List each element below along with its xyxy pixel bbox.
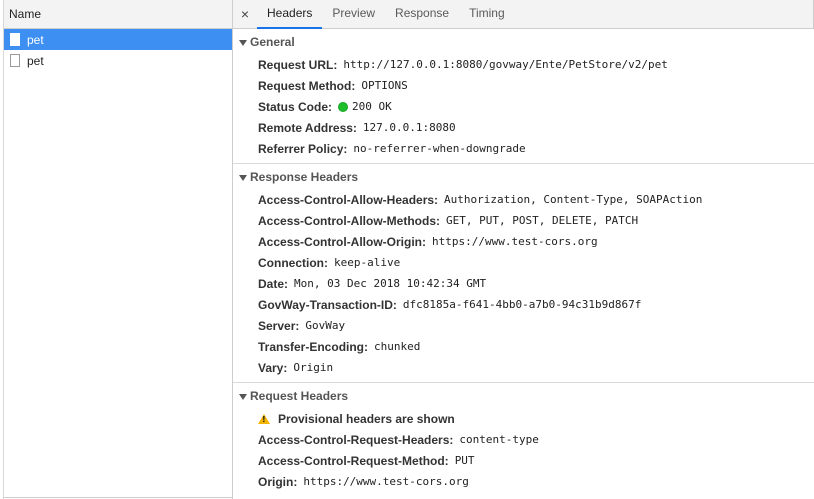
header-value: OPTIONS — [361, 79, 408, 92]
expand-triangle-icon — [239, 39, 247, 46]
header-row: Vary: Origin — [233, 357, 814, 378]
header-row: Access-Control-Allow-Origin: https://www… — [233, 231, 814, 252]
header-key: Server: — [258, 318, 300, 333]
header-value: GET, PUT, POST, DELETE, PATCH — [446, 214, 639, 227]
warning-text: Provisional headers are shown — [278, 411, 455, 426]
expand-triangle-icon — [239, 393, 247, 400]
header-row: GovWay-Transaction-ID: dfc8185a-f641-4bb… — [233, 294, 814, 315]
warning-icon — [258, 413, 270, 424]
request-row[interactable]: pet — [4, 29, 232, 50]
header-row: Request URL: http://127.0.0.1:8080/govwa… — [233, 54, 814, 75]
header-value: Authorization, Content-Type, SOAPAction — [444, 193, 703, 206]
close-icon[interactable]: × — [233, 0, 257, 28]
header-value: Mon, 03 Dec 2018 10:42:34 GMT — [294, 277, 487, 290]
section-title: Request Headers — [250, 388, 349, 403]
header-row: Origin: https://www.test-cors.org — [233, 471, 814, 492]
header-row: Remote Address: 127.0.0.1:8080 — [233, 117, 814, 138]
request-name: pet — [27, 32, 44, 47]
header-key: Access-Control-Allow-Headers: — [258, 192, 439, 207]
header-value: chunked — [374, 340, 421, 353]
header-value: no-referrer-when-downgrade — [353, 142, 526, 155]
header-value: GovWay — [305, 319, 346, 332]
header-row: Connection: keep-alive — [233, 252, 814, 273]
header-key: Transfer-Encoding: — [258, 339, 369, 354]
tab-response[interactable]: Response — [385, 0, 459, 28]
header-value: 200 OK — [352, 100, 392, 113]
header-value: 127.0.0.1:8080 — [362, 121, 456, 134]
header-row: Referrer Policy: no-referrer-when-downgr… — [233, 138, 814, 159]
provisional-warning: Provisional headers are shown — [233, 408, 814, 429]
name-column-header[interactable]: Name — [4, 0, 232, 29]
response-headers-toggle[interactable]: Response Headers — [233, 164, 814, 189]
header-row: Date: Mon, 03 Dec 2018 10:42:34 GMT — [233, 273, 814, 294]
header-value: https://www.test-cors.org — [303, 475, 469, 488]
details-tabbar: × Headers Preview Response Timing — [233, 0, 814, 29]
request-row[interactable]: pet — [4, 50, 232, 71]
section-title: Response Headers — [250, 169, 359, 184]
response-headers-section: Response Headers Access-Control-Allow-He… — [233, 164, 814, 383]
header-key: Access-Control-Request-Headers: — [258, 432, 454, 447]
header-key: Connection: — [258, 255, 328, 270]
request-headers-toggle[interactable]: Request Headers — [233, 383, 814, 408]
request-headers-section: Request Headers Provisional headers are … — [233, 383, 814, 496]
request-name: pet — [27, 53, 44, 68]
header-key: Request Method: — [258, 78, 356, 93]
expand-triangle-icon — [239, 174, 247, 181]
header-value: https://www.test-cors.org — [432, 235, 598, 248]
header-key: GovWay-Transaction-ID: — [258, 297, 397, 312]
header-key: Vary: — [258, 360, 288, 375]
header-key: Request URL: — [258, 57, 338, 72]
header-value: keep-alive — [334, 256, 401, 269]
header-key: Referrer Policy: — [258, 141, 348, 156]
header-value: http://127.0.0.1:8080/govway/Ente/PetSto… — [343, 58, 668, 71]
header-row: Status Code: 200 OK — [233, 96, 814, 117]
tab-preview[interactable]: Preview — [322, 0, 385, 28]
header-key: Remote Address: — [258, 120, 357, 135]
header-key: Access-Control-Allow-Origin: — [258, 234, 427, 249]
requests-panel: Name pet pet — [3, 0, 233, 499]
header-row: Access-Control-Request-Method: PUT — [233, 450, 814, 471]
header-row: Transfer-Encoding: chunked — [233, 336, 814, 357]
header-key: Access-Control-Allow-Methods: — [258, 213, 441, 228]
document-icon — [10, 33, 20, 46]
details-panel: × Headers Preview Response Timing Genera… — [233, 0, 814, 499]
header-key: Origin: — [258, 474, 298, 489]
header-key: Date: — [258, 276, 289, 291]
document-icon — [10, 54, 20, 67]
header-row: Access-Control-Allow-Headers: Authorizat… — [233, 189, 814, 210]
general-section-toggle[interactable]: General — [233, 29, 814, 54]
tab-timing[interactable]: Timing — [459, 0, 515, 28]
header-value: dfc8185a-f641-4bb0-a7b0-94c31b9d867f — [402, 298, 642, 311]
header-row: Access-Control-Allow-Methods: GET, PUT, … — [233, 210, 814, 231]
status-dot-icon — [338, 101, 349, 112]
section-title: General — [250, 34, 295, 49]
header-row: Access-Control-Request-Headers: content-… — [233, 429, 814, 450]
header-value: Origin — [293, 361, 334, 374]
header-row: Server: GovWay — [233, 315, 814, 336]
tab-headers[interactable]: Headers — [257, 0, 323, 29]
header-value: PUT — [454, 454, 475, 467]
header-row: Request Method: OPTIONS — [233, 75, 814, 96]
header-key: Access-Control-Request-Method: — [258, 453, 449, 468]
header-value: content-type — [459, 433, 539, 446]
general-section: General Request URL: http://127.0.0.1:80… — [233, 29, 814, 164]
header-key: Status Code: — [258, 99, 333, 114]
